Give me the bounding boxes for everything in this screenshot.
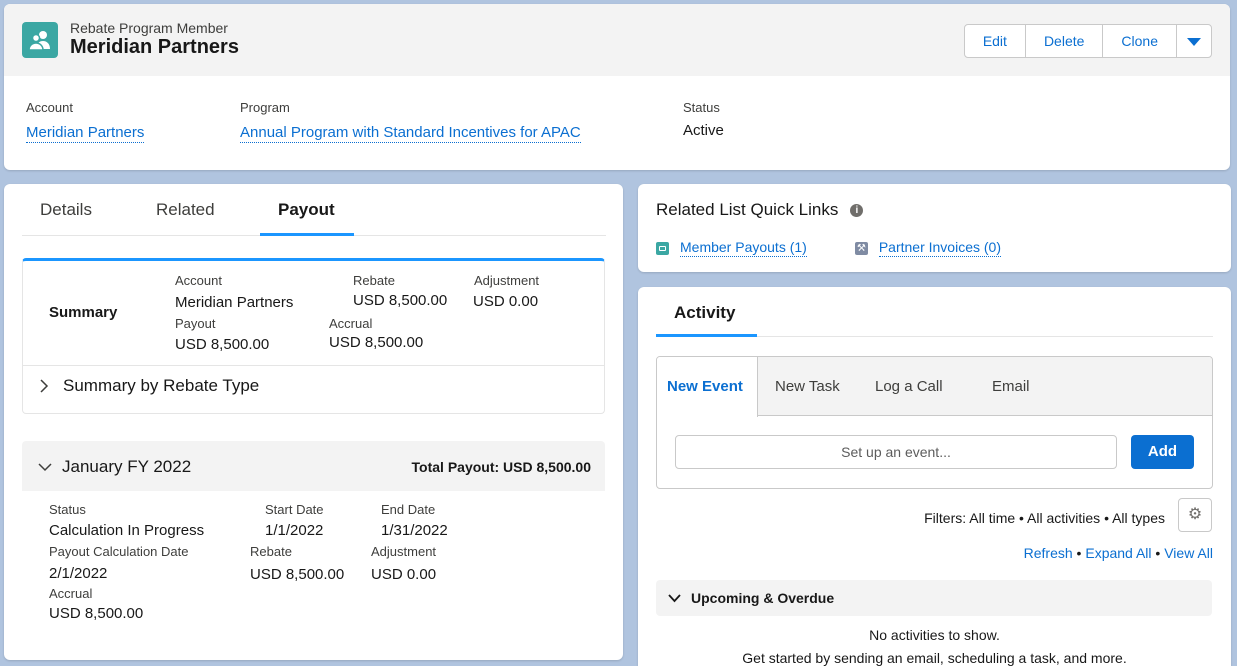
event-input[interactable]: Set up an event... <box>675 435 1117 469</box>
quick-links-title: Related List Quick Links <box>656 200 839 219</box>
total-payout: Total Payout: USD 8,500.00 <box>411 459 591 475</box>
record-title: Meridian Partners <box>70 36 239 58</box>
summary-title: Summary <box>49 304 118 321</box>
summary-by-type-toggle[interactable]: Summary by Rebate Type <box>39 376 259 396</box>
action-buttons: Edit Delete Clone <box>963 24 1212 58</box>
clone-button[interactable]: Clone <box>1103 25 1177 57</box>
tab-email[interactable]: Email <box>992 378 1030 395</box>
account-link[interactable]: Meridian Partners <box>26 124 145 143</box>
view-all-link[interactable]: View All <box>1164 545 1213 561</box>
expand-all-link[interactable]: Expand All <box>1085 545 1151 561</box>
info-icon[interactable]: i <box>850 203 864 217</box>
period-title: January FY 2022 <box>62 457 192 476</box>
summary-rebate: USD 8,500.00 <box>353 292 448 309</box>
period-adjustment: USD 0.00 <box>371 566 437 583</box>
object-type-label: Rebate Program Member <box>70 20 228 36</box>
field-account: Account Meridian Partners <box>26 100 145 143</box>
period-accrual: USD 8,500.00 <box>49 605 144 622</box>
empty-subtitle: Get started by sending an email, schedul… <box>742 650 1127 666</box>
upcoming-overdue-section[interactable]: Upcoming & Overdue <box>656 580 1212 616</box>
chevron-down-icon <box>1187 38 1201 46</box>
wrench-icon: ⚒ <box>854 241 868 255</box>
chevron-down-icon <box>668 594 681 603</box>
tab-related[interactable]: Related <box>156 200 215 220</box>
quick-links-card: Related List Quick Links i Member Payout… <box>638 184 1231 272</box>
refresh-link[interactable]: Refresh <box>1024 545 1073 561</box>
field-program: Program Annual Program with Standard Inc… <box>240 100 581 143</box>
filters-text: Filters: All time • All activities • All… <box>924 510 1165 526</box>
tab-log-a-call[interactable]: Log a Call <box>875 378 943 395</box>
header-bar: Rebate Program Member Meridian Partners … <box>4 4 1230 76</box>
divider <box>23 365 604 366</box>
partner-invoices-link[interactable]: Partner Invoices (0) <box>878 239 1001 257</box>
highlight-fields: Account Meridian Partners Program Annual… <box>4 76 1230 170</box>
period-status: Calculation In Progress <box>49 522 205 539</box>
chevron-down-icon <box>38 463 52 472</box>
publisher: New Event New Task Log a Call Email Set … <box>656 356 1213 489</box>
payout-icon <box>656 241 669 255</box>
partners-icon <box>22 22 58 58</box>
period-start-date: 1/1/2022 <box>265 522 324 539</box>
member-payouts-link[interactable]: Member Payouts (1) <box>680 239 807 257</box>
add-button[interactable]: Add <box>1131 435 1194 469</box>
tab-details[interactable]: Details <box>40 200 92 220</box>
activity-title[interactable]: Activity <box>674 303 735 323</box>
summary-accrual: USD 8,500.00 <box>329 334 424 351</box>
more-actions-button[interactable] <box>1177 25 1211 57</box>
record-tabs: Details Related Payout <box>22 184 606 236</box>
field-status: Status Active <box>683 100 724 139</box>
delete-button[interactable]: Delete <box>1026 25 1104 57</box>
period-end-date: 1/31/2022 <box>381 522 448 539</box>
gear-icon: ⚙ <box>1187 506 1203 523</box>
filter-settings-button[interactable]: ⚙ <box>1178 498 1212 532</box>
period-header[interactable]: January FY 2022 Total Payout: USD 8,500.… <box>22 441 605 491</box>
record-header: Rebate Program Member Meridian Partners … <box>4 4 1230 170</box>
active-tab-indicator <box>260 233 354 236</box>
empty-title: No activities to show. <box>869 627 1000 643</box>
period-rebate: USD 8,500.00 <box>250 566 345 583</box>
status-value: Active <box>683 122 724 139</box>
summary-adjustment: USD 0.00 <box>473 293 539 310</box>
activity-tab-indicator <box>656 334 757 337</box>
chevron-right-icon <box>40 379 49 393</box>
tab-payout[interactable]: Payout <box>278 200 335 220</box>
tab-new-task[interactable]: New Task <box>775 378 840 395</box>
program-link[interactable]: Annual Program with Standard Incentives … <box>240 124 581 143</box>
summary-card: Summary Account Meridian Partners Rebate… <box>22 258 605 414</box>
summary-account: Meridian Partners <box>175 294 294 311</box>
activity-card: Activity New Event New Task Log a Call E… <box>638 287 1231 666</box>
payout-panel: Details Related Payout Summary Account M… <box>4 184 623 660</box>
edit-button[interactable]: Edit <box>965 25 1026 57</box>
tab-new-event[interactable]: New Event <box>667 378 743 395</box>
payout-calc-date: 2/1/2022 <box>49 565 108 582</box>
summary-payout: USD 8,500.00 <box>175 336 270 353</box>
